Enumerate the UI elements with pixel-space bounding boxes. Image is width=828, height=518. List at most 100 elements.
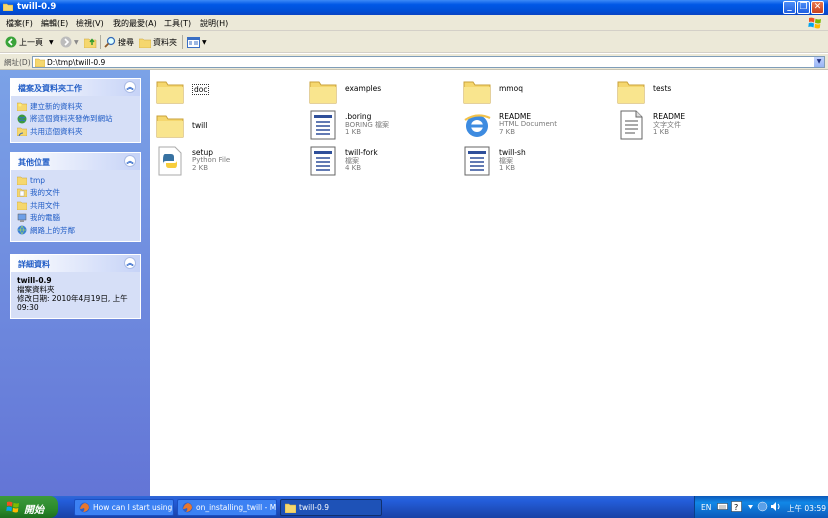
windows-logo-icon	[808, 17, 821, 29]
place-shared-documents[interactable]: 共用文件	[17, 199, 134, 212]
firefox-icon	[182, 502, 193, 513]
file-name: examples	[345, 84, 382, 93]
shared-folder-icon	[17, 201, 27, 210]
chevron-down-icon: ▼	[202, 38, 207, 46]
place-my-documents[interactable]: 我的文件	[17, 187, 134, 200]
computer-icon	[17, 213, 27, 222]
file-item[interactable]: mmoq	[463, 76, 603, 110]
file-item[interactable]: doc	[156, 76, 296, 110]
folder-icon	[156, 81, 184, 104]
network-icon	[17, 225, 27, 235]
file-size: 1 KB	[345, 128, 362, 136]
start-button[interactable]: 開始	[0, 496, 58, 518]
file-name: mmoq	[499, 84, 523, 93]
title-bar[interactable]: twill-0.9 _ ❐ ✕	[0, 0, 828, 15]
minimize-button[interactable]: _	[783, 1, 796, 14]
collapse-icon[interactable]: ︽	[124, 257, 136, 269]
file-item[interactable]: setup Python File 2 KB	[156, 146, 296, 180]
views-button[interactable]: ▼	[187, 36, 207, 48]
taskbar: 開始 How can I start using t... on_install…	[0, 496, 828, 518]
close-button[interactable]: ✕	[811, 1, 824, 14]
file-size: 7 KB	[499, 128, 516, 136]
details-panel: 詳細資料 ︽ twill-0.9 檔案資料夾 修改日期: 2010年4月19日,…	[10, 254, 141, 319]
menu-arrow-icon[interactable]	[745, 501, 756, 512]
menu-view[interactable]: 檢視(V)	[76, 18, 104, 29]
file-list[interactable]: doc examples mmoq tests twill .boring BO…	[150, 70, 828, 496]
language-indicator[interactable]: EN	[701, 503, 711, 512]
place-label: 共用文件	[30, 200, 60, 210]
forward-button[interactable]: ▼	[60, 36, 79, 48]
details-modified: 修改日期: 2010年4月19日, 上午	[17, 294, 128, 303]
search-button[interactable]: 搜尋	[104, 36, 134, 48]
clock[interactable]: 上午 03:59	[787, 503, 826, 514]
menu-favorites[interactable]: 我的最愛(A)	[113, 18, 157, 29]
up-folder-button[interactable]	[84, 36, 99, 48]
taskbar-button[interactable]: twill-0.9	[280, 499, 382, 516]
maximize-button[interactable]: ❐	[797, 1, 810, 14]
python-file-icon	[158, 146, 182, 176]
volume-icon[interactable]	[770, 501, 781, 512]
address-bar: 網址(D) D:\tmp\twill-0.9 ▼	[0, 54, 828, 70]
file-item[interactable]: .boring BORING 檔案 1 KB	[309, 110, 449, 144]
other-places-header[interactable]: 其他位置 ︽	[11, 153, 140, 170]
task-publish-folder[interactable]: 將這個資料夾發佈到網站	[17, 113, 134, 126]
menu-help[interactable]: 說明(H)	[200, 18, 228, 29]
folders-icon	[139, 38, 151, 48]
menu-tools[interactable]: 工具(T)	[164, 18, 191, 29]
folder-icon	[285, 503, 296, 513]
taskbar-button[interactable]: on_installing_twill - M...	[177, 499, 277, 516]
place-my-computer[interactable]: 我的電腦	[17, 212, 134, 225]
folder-icon	[617, 81, 645, 104]
file-name: doc	[192, 84, 210, 95]
svg-text:?: ?	[734, 503, 738, 512]
keyboard-icon[interactable]	[717, 501, 728, 512]
file-item[interactable]: tests	[617, 76, 757, 110]
file-type: Python File	[192, 156, 231, 164]
my-documents-icon	[17, 189, 27, 198]
file-tasks-header[interactable]: 檔案及資料夾工作 ︽	[11, 79, 140, 96]
menu-bar: 檔案(F) 編輯(E) 檢視(V) 我的最愛(A) 工具(T) 說明(H)	[0, 15, 828, 31]
back-arrow-icon	[5, 36, 17, 48]
file-item[interactable]: twill-sh 檔案 1 KB	[463, 146, 603, 180]
address-dropdown-button[interactable]: ▼	[814, 57, 824, 67]
menu-file[interactable]: 檔案(F)	[6, 18, 33, 29]
back-label: 上一頁	[19, 37, 43, 47]
address-input[interactable]: D:\tmp\twill-0.9 ▼	[32, 56, 825, 68]
taskbar-button-label: How can I start using t...	[93, 503, 173, 512]
place-network[interactable]: 網路上的芳鄰	[17, 224, 134, 237]
task-new-folder[interactable]: 建立新的資料夾	[17, 100, 134, 113]
folder-icon	[35, 58, 45, 67]
file-size: 1 KB	[653, 128, 670, 136]
network-icon[interactable]	[757, 501, 768, 512]
window-title: twill-0.9	[17, 2, 57, 12]
file-size: 1 KB	[499, 164, 516, 172]
file-item[interactable]: README 文字文件 1 KB	[617, 110, 757, 144]
place-tmp[interactable]: tmp	[17, 174, 134, 187]
up-folder-icon	[84, 38, 97, 48]
place-label: tmp	[30, 175, 46, 185]
task-share-folder[interactable]: 共用這個資料夾	[17, 125, 134, 138]
file-item[interactable]: examples	[309, 76, 449, 110]
taskbar-button-label: twill-0.9	[299, 503, 329, 512]
menu-edit[interactable]: 編輯(E)	[41, 18, 68, 29]
search-label: 搜尋	[118, 37, 134, 47]
collapse-icon[interactable]: ︽	[124, 155, 136, 167]
file-size: 2 KB	[192, 164, 209, 172]
globe-icon	[17, 114, 27, 124]
other-places-panel: 其他位置 ︽ tmp 我的文件 共用文件 我的電腦 網路上的芳鄰	[10, 152, 141, 242]
file-tasks-title: 檔案及資料夾工作	[18, 84, 82, 93]
task-label: 共用這個資料夾	[30, 126, 83, 136]
file-item[interactable]: twill-fork 檔案 4 KB	[309, 146, 449, 180]
file-item[interactable]: twill	[156, 110, 296, 144]
folders-button[interactable]: 資料夾	[139, 36, 177, 48]
address-value: D:\tmp\twill-0.9	[47, 58, 106, 67]
file-item[interactable]: README HTML Document 7 KB	[463, 110, 603, 144]
toolbar-separator	[100, 35, 101, 49]
back-button[interactable]: 上一頁 ▼	[5, 36, 54, 48]
help-icon[interactable]: ?	[731, 501, 742, 512]
folder-icon	[309, 81, 337, 104]
taskbar-button[interactable]: How can I start using t...	[74, 499, 174, 516]
collapse-icon[interactable]: ︽	[124, 81, 136, 93]
details-header[interactable]: 詳細資料 ︽	[11, 255, 140, 272]
views-icon	[187, 36, 200, 48]
